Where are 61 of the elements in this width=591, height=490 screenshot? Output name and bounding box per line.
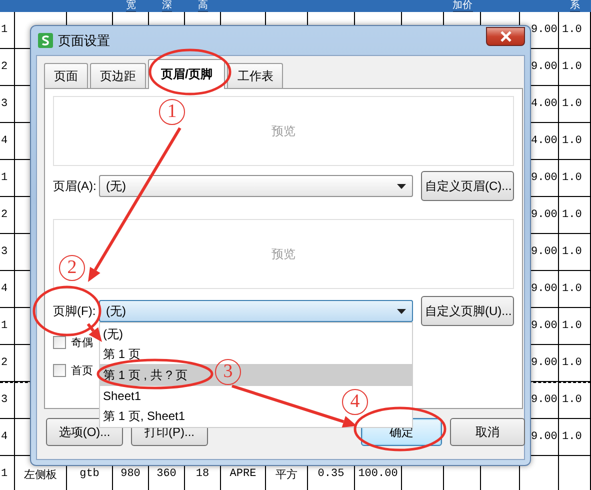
column-header: 系 bbox=[570, 0, 580, 12]
checkbox[interactable] bbox=[53, 336, 66, 348]
row-number: 1 bbox=[0, 308, 15, 345]
table-cell: 1.0 bbox=[559, 197, 591, 234]
custom-header-button[interactable]: 自定义页眉(C)... bbox=[421, 171, 514, 201]
dropdown-option[interactable]: Sheet1 bbox=[100, 386, 144, 406]
table-cell: 1.0 bbox=[559, 271, 591, 308]
table-cell: 1.0 bbox=[559, 308, 591, 345]
table-cell: 1.0 bbox=[559, 382, 591, 419]
row-number: 1 bbox=[0, 456, 15, 490]
column-header: 深 bbox=[162, 0, 172, 12]
row-number: 2 bbox=[0, 197, 15, 234]
preview-label: 预览 bbox=[272, 246, 296, 262]
tab[interactable]: 页眉/页脚 bbox=[148, 59, 226, 89]
close-button[interactable] bbox=[486, 27, 525, 46]
close-icon bbox=[500, 31, 512, 42]
step-number: 4 bbox=[342, 389, 368, 415]
header-select[interactable]: (无) bbox=[99, 175, 413, 197]
step-number: 3 bbox=[215, 359, 241, 385]
row-number: 3 bbox=[0, 234, 15, 271]
row-number: 3 bbox=[0, 382, 15, 419]
row-number: 1 bbox=[0, 160, 15, 197]
row-number: 2 bbox=[0, 49, 15, 86]
caret-icon bbox=[397, 308, 406, 314]
row-number: 2 bbox=[0, 345, 15, 382]
app-icon bbox=[38, 33, 53, 48]
row-number: 1 bbox=[0, 12, 15, 49]
preview-label: 预览 bbox=[272, 122, 296, 140]
row-number: 3 bbox=[0, 86, 15, 123]
checkbox[interactable] bbox=[53, 364, 66, 376]
step-number: 1 bbox=[159, 99, 185, 125]
field-label: 页眉(A): bbox=[53, 178, 98, 194]
table-cell: 1.0 bbox=[559, 49, 591, 86]
tab[interactable]: 工作表 bbox=[227, 63, 284, 88]
row-number: 4 bbox=[0, 271, 15, 308]
table-cell: 1.0 bbox=[559, 160, 591, 197]
table-cell: 1.0 bbox=[559, 419, 591, 456]
table-cell: 1.0 bbox=[559, 123, 591, 160]
row-number: 4 bbox=[0, 419, 15, 456]
column-header: 加价 bbox=[452, 0, 472, 12]
custom-footer-button[interactable]: 自定义页脚(U)... bbox=[421, 296, 514, 326]
footer-select[interactable]: (无) bbox=[99, 300, 413, 322]
field-label: 页脚(F): bbox=[53, 302, 97, 320]
tab[interactable]: 页边距 bbox=[90, 63, 146, 88]
selected-value: (无) bbox=[106, 302, 126, 320]
caret-icon bbox=[397, 184, 406, 188]
dialog-button[interactable]: 取消 bbox=[450, 418, 525, 446]
table-cell: 1.0 bbox=[559, 12, 591, 49]
highlight-ellipse bbox=[32, 286, 102, 336]
table-cell: 1.0 bbox=[559, 345, 591, 382]
checkbox-label: 首页 bbox=[71, 364, 93, 378]
step-number: 2 bbox=[59, 255, 85, 281]
dropdown-option[interactable]: (无) bbox=[100, 324, 126, 344]
table-cell: 1.0 bbox=[559, 234, 591, 271]
checkbox-label: 奇偶 bbox=[71, 336, 93, 350]
table-cell: 1.0 bbox=[559, 86, 591, 123]
selected-value: (无) bbox=[106, 178, 126, 194]
dialog-title: 页面设置 bbox=[58, 32, 110, 50]
row-number: 4 bbox=[0, 123, 15, 160]
dropdown-option[interactable]: 第 1 页 bbox=[100, 344, 144, 364]
tab[interactable]: 页面 bbox=[44, 63, 88, 88]
